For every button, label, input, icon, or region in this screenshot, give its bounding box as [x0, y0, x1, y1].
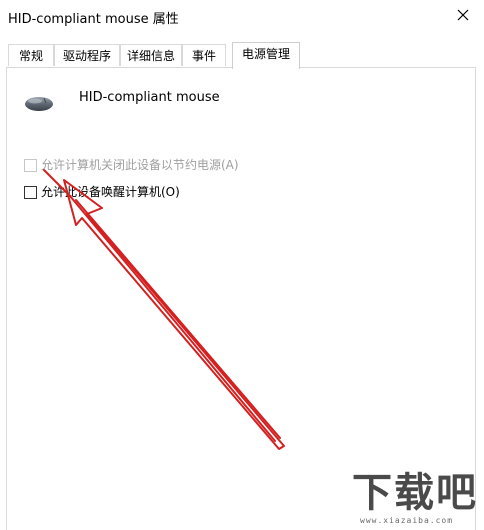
tab-label: 详细信息	[126, 49, 175, 63]
device-name: HID-compliant mouse	[79, 90, 220, 105]
tab-label: 事件	[191, 49, 216, 63]
tab-label: 电源管理	[241, 47, 290, 61]
tab-label: 驱动程序	[62, 49, 111, 63]
tab-details[interactable]: 详细信息	[120, 44, 182, 66]
title-bar: HID-compliant mouse 属性	[0, 0, 484, 32]
tab-power-management[interactable]: 电源管理	[232, 42, 300, 69]
window-title: HID-compliant mouse 属性	[8, 12, 179, 27]
tab-label: 常规	[18, 49, 43, 63]
tab-general[interactable]: 常规	[8, 44, 54, 66]
watermark-url: www.xiazaiba.com	[360, 516, 454, 525]
tab-events[interactable]: 事件	[182, 44, 226, 66]
allow-wake-checkbox[interactable]	[24, 186, 37, 199]
properties-window: HID-compliant mouse 属性 常规 驱动程序 详细信息 事件 电…	[0, 0, 484, 530]
mouse-icon	[23, 93, 55, 113]
tab-panel	[6, 67, 476, 530]
allow-wake-label: 允许此设备唤醒计算机(O)	[41, 185, 180, 199]
tab-strip: 常规 驱动程序 详细信息 事件 电源管理	[8, 42, 476, 69]
allow-power-off-checkbox[interactable]	[24, 159, 37, 172]
watermark: 下载吧	[352, 469, 478, 516]
close-icon	[457, 9, 469, 21]
allow-power-off-label: 允许计算机关闭此设备以节约电源(A)	[41, 158, 239, 172]
close-button[interactable]	[452, 4, 474, 26]
tab-driver[interactable]: 驱动程序	[54, 44, 120, 66]
